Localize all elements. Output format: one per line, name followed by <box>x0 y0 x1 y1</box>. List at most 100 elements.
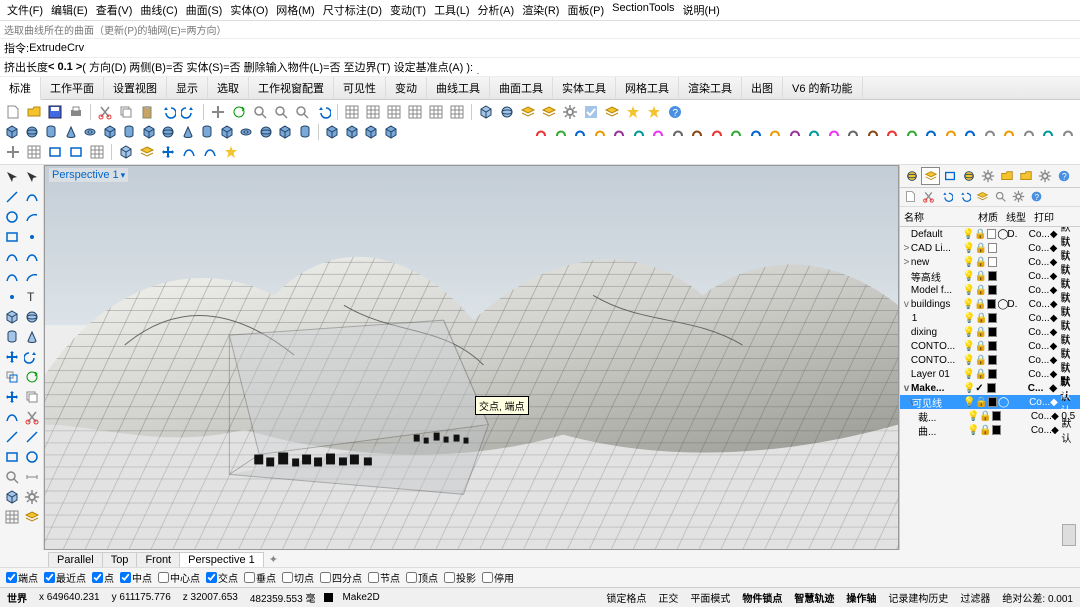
layer-color-swatch[interactable] <box>987 383 996 393</box>
toolbar-button[interactable] <box>22 327 41 346</box>
toolbar-button[interactable] <box>2 407 21 426</box>
status-toggle[interactable]: 平面模式 <box>687 590 733 605</box>
perspective-viewport[interactable]: Perspective 1 ▾ <box>44 165 899 550</box>
toolbar-tab[interactable]: 曲面工具 <box>490 77 553 99</box>
osnap-toggle[interactable]: 端点 <box>6 570 38 585</box>
toolbar-button[interactable] <box>2 207 21 226</box>
toolbar-button[interactable] <box>448 103 466 121</box>
layer-name[interactable]: 裁... <box>918 409 967 424</box>
layer-color-swatch[interactable] <box>988 369 997 379</box>
toolbar-button[interactable] <box>2 187 21 206</box>
toolbar-button[interactable] <box>2 427 21 446</box>
osnap-checkbox[interactable] <box>320 572 331 583</box>
toolbar-button[interactable] <box>728 123 745 141</box>
layer-name[interactable]: Make... <box>911 383 963 394</box>
menu-item[interactable]: 曲面(S) <box>183 1 226 19</box>
layer-color-swatch[interactable] <box>992 425 1001 435</box>
lightbulb-icon[interactable]: 💡 <box>963 243 975 254</box>
toolbar-button[interactable] <box>22 367 41 386</box>
menu-item[interactable]: 网格(M) <box>273 1 318 19</box>
panel-tab[interactable] <box>978 167 997 185</box>
toolbar-button[interactable] <box>2 287 21 306</box>
layer-linetype[interactable]: C... <box>1028 383 1050 394</box>
viewport-tab[interactable]: Perspective 1 <box>179 552 264 567</box>
layer-row[interactable]: 裁... 💡 🔒 Co... ◆ 0.5 <box>900 409 1080 423</box>
toolbar-button[interactable] <box>230 103 248 121</box>
lightbulb-icon[interactable]: 💡 <box>963 327 975 338</box>
layer-linetype[interactable]: Co... <box>1028 341 1049 352</box>
toolbar-button[interactable] <box>611 123 628 141</box>
lock-icon[interactable]: 🔒 <box>974 299 986 310</box>
toolbar-button[interactable] <box>88 143 106 161</box>
toolbar-button[interactable] <box>689 123 706 141</box>
layer-color-swatch[interactable] <box>988 327 997 337</box>
toolbar-button[interactable] <box>2 247 21 266</box>
layer-name[interactable]: Layer 01 <box>911 369 963 380</box>
toolbar-button[interactable] <box>1021 123 1038 141</box>
menu-item[interactable]: 尺寸标注(D) <box>320 1 385 19</box>
toolbar-button[interactable] <box>2 367 21 386</box>
viewport-tab[interactable]: Front <box>136 552 180 567</box>
lightbulb-icon[interactable]: 💡 <box>963 397 975 408</box>
diamond-icon[interactable]: ◆ <box>1050 285 1061 296</box>
osnap-checkbox[interactable] <box>44 572 55 583</box>
panel-tab[interactable] <box>959 167 978 185</box>
lightbulb-icon[interactable]: 💡 <box>963 313 975 324</box>
toolbar-tab[interactable]: 可见性 <box>334 77 386 99</box>
panel-tool-button[interactable] <box>976 190 990 204</box>
diamond-icon[interactable]: ◆ <box>1050 369 1061 380</box>
toolbar-button[interactable] <box>67 103 85 121</box>
layer-linetype[interactable]: Co... <box>1029 313 1050 324</box>
lightbulb-icon[interactable]: 💡 <box>963 285 975 296</box>
layer-list[interactable]: Default 💡 🔒 ◯ D. Co... ◆ 默认 > CAD Li... … <box>900 227 1080 520</box>
layer-name[interactable]: Default <box>911 229 962 240</box>
toolbar-tab[interactable]: V6 的新功能 <box>783 77 863 99</box>
lightbulb-icon[interactable]: 💡 <box>963 369 975 380</box>
toolbar-button[interactable]: T <box>22 287 41 306</box>
toolbar-button[interactable] <box>24 123 41 141</box>
layer-row[interactable]: CONTO... 💡 🔒 Co... ◆ 默认 <box>900 353 1080 367</box>
toolbar-tab[interactable]: 实体工具 <box>553 77 616 99</box>
toolbar-tab[interactable]: 显示 <box>167 77 208 99</box>
command-input[interactable] <box>477 61 479 74</box>
layer-linetype[interactable]: Co... <box>1031 425 1051 436</box>
diamond-icon[interactable]: ◆ <box>1050 355 1061 366</box>
layer-row[interactable]: 等高线 💡 🔒 Co... ◆ 默认 <box>900 269 1080 283</box>
layer-linetype[interactable]: Co... <box>1028 355 1049 366</box>
diamond-icon[interactable]: ◆ <box>1050 243 1061 254</box>
toolbar-button[interactable] <box>787 123 804 141</box>
layer-color-swatch[interactable] <box>987 299 996 309</box>
toolbar-button[interactable] <box>22 307 41 326</box>
layer-expand-icon[interactable]: v <box>902 397 912 408</box>
menu-item[interactable]: 变动(T) <box>387 1 429 19</box>
toolbar-button[interactable] <box>199 123 216 141</box>
toolbar-button[interactable] <box>1040 123 1057 141</box>
status-toggle[interactable]: 记录建构历史 <box>885 590 951 605</box>
osnap-toggle[interactable]: 停用 <box>482 570 514 585</box>
toolbar-button[interactable] <box>67 143 85 161</box>
layer-color-swatch[interactable] <box>988 243 997 253</box>
toolbar-tab[interactable]: 工作视窗配置 <box>249 77 334 99</box>
toolbar-button[interactable] <box>561 103 579 121</box>
chevron-down-icon[interactable]: ▾ <box>121 170 126 181</box>
layer-row[interactable]: 曲... 💡 🔒 Co... ◆ 默认 <box>900 423 1080 437</box>
toolbar-button[interactable] <box>277 123 294 141</box>
toolbar-button[interactable] <box>25 103 43 121</box>
layer-expand-icon[interactable]: > <box>902 243 911 254</box>
toolbar-button[interactable] <box>159 103 177 121</box>
toolbar-tab[interactable]: 选取 <box>208 77 249 99</box>
diamond-icon[interactable]: ◆ <box>1050 257 1061 268</box>
osnap-toggle[interactable]: 切点 <box>282 570 314 585</box>
toolbar-button[interactable] <box>582 103 600 121</box>
toolbar-button[interactable] <box>82 123 99 141</box>
panel-tool-button[interactable] <box>904 190 918 204</box>
toolbar-button[interactable] <box>603 103 621 121</box>
toolbar-button[interactable] <box>4 123 21 141</box>
layer-row[interactable]: Model f... 💡 🔒 Co... ◆ 默认 <box>900 283 1080 297</box>
toolbar-button[interactable] <box>324 123 341 141</box>
layer-linetype[interactable]: Co... <box>1031 411 1051 422</box>
toolbar-button[interactable] <box>477 103 495 121</box>
lock-icon[interactable]: 🔒 <box>975 397 987 408</box>
toolbar-button[interactable] <box>943 123 960 141</box>
toolbar-tab[interactable]: 变动 <box>386 77 427 99</box>
